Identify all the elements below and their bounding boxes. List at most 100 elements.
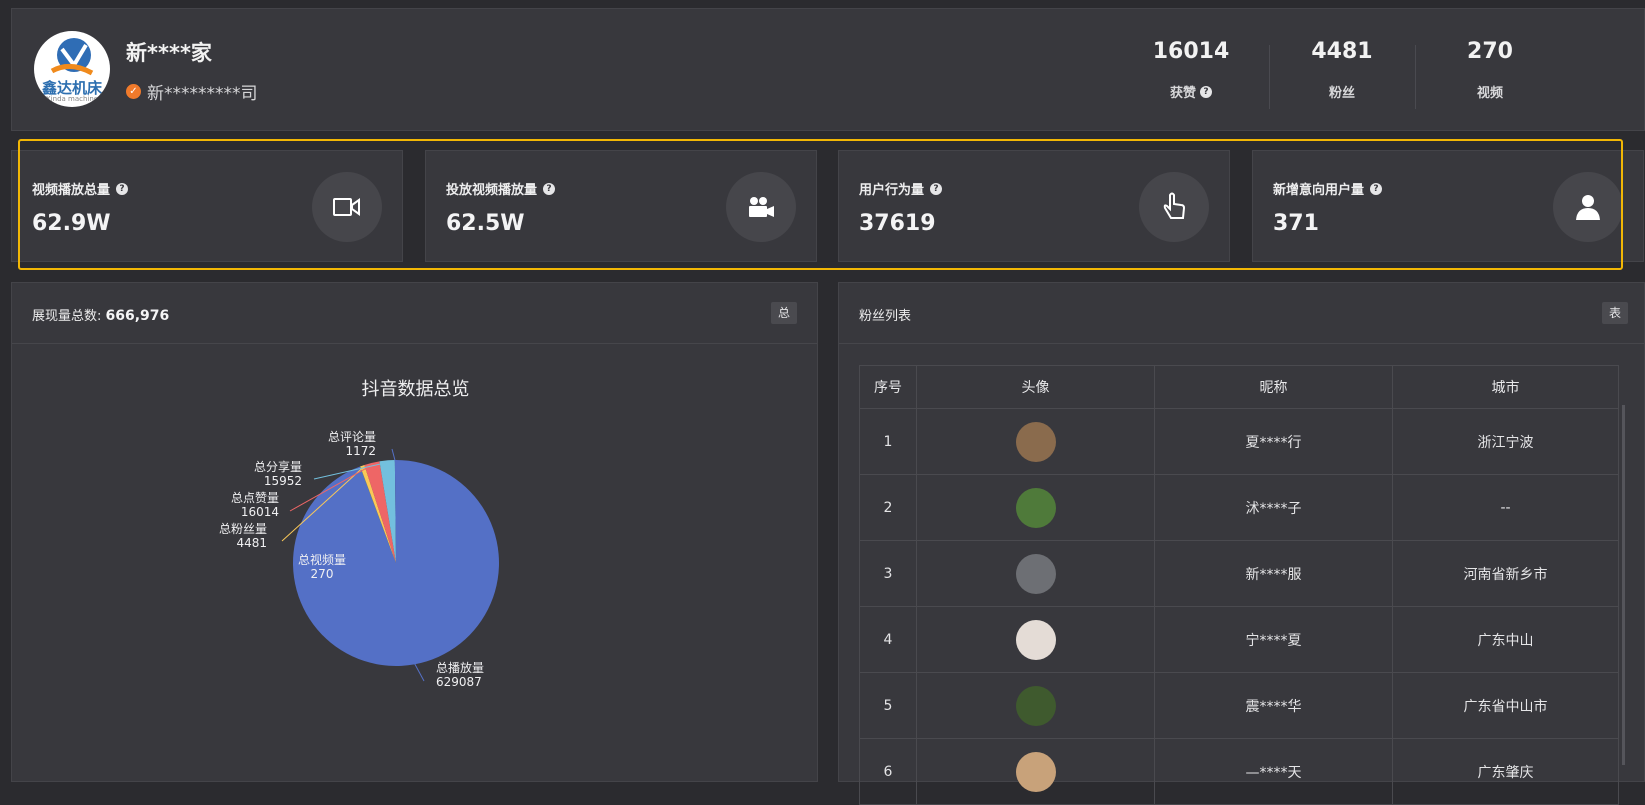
stat-fans-value: 4481 [1311, 39, 1373, 64]
row-city: 河南省新乡市 [1392, 540, 1619, 607]
row-index: 5 [859, 672, 917, 739]
impressions-title: 展现量总数: 666,976 [32, 305, 169, 324]
stat-videos-value: 270 [1467, 39, 1513, 64]
stat-fans-label: 粉丝 [1328, 86, 1355, 101]
table-row[interactable]: 5 震****华 广东省中山市 [859, 672, 1619, 739]
column-nickname: 昵称 [1154, 365, 1393, 409]
row-index: 3 [859, 540, 917, 607]
movie-camera-icon [726, 172, 796, 242]
row-index: 1 [859, 408, 917, 475]
impressions-panel: 展现量总数: 666,976 总 抖音数据总览 总播放量 629087 总视频量 27… [11, 282, 818, 782]
table-row[interactable]: 2 沭****子 -- [859, 474, 1619, 541]
slice-value-label: 270 [311, 567, 334, 581]
row-avatar [916, 408, 1155, 475]
help-icon[interactable]: ? [543, 182, 556, 195]
row-nickname: 夏****行 [1154, 408, 1393, 475]
pie-chart: 总播放量629087 总视频量270 总粉丝量4481 总点赞量16014 总分享量15… [219, 430, 499, 689]
fan-avatar[interactable] [1015, 487, 1056, 528]
row-city: 广东肇庆 [1392, 738, 1619, 805]
metric-card-user-actions: 用户行为量? 37619 [838, 150, 1230, 262]
row-avatar [916, 474, 1155, 541]
slice-value-label: 1172 [345, 444, 376, 458]
company-name-row: ✓ 新*********司 [126, 79, 258, 104]
table-scrollbar[interactable] [1622, 405, 1625, 765]
row-nickname: 宁****夏 [1154, 606, 1393, 673]
row-nickname: 新****服 [1154, 540, 1393, 607]
row-index: 6 [859, 738, 917, 805]
slice-value-label: 629087 [436, 675, 482, 689]
row-nickname: 沭****子 [1154, 474, 1393, 541]
row-city: 广东省中山市 [1392, 672, 1619, 739]
account-name: 新****家 [126, 41, 212, 65]
fans-panel: 粉丝列表 表 序号 头像 昵称 城市 1 夏****行 浙江宁波 2 沭****子 -- 3… [838, 282, 1645, 805]
row-avatar [916, 738, 1155, 805]
metric-card-ad-plays: 投放视频播放量? 62.5W [425, 150, 817, 262]
row-index: 2 [859, 474, 917, 541]
divider [12, 343, 817, 344]
row-avatar [916, 540, 1155, 607]
hand-pointer-icon [1139, 172, 1209, 242]
slice-label: 总播放量 [436, 660, 484, 675]
fan-avatar[interactable] [1015, 619, 1056, 660]
video-camera-icon [312, 172, 382, 242]
metric-value: 37619 [859, 211, 936, 236]
company-name: 新*********司 [147, 84, 258, 104]
metric-value: 371 [1273, 211, 1319, 236]
row-index: 4 [859, 606, 917, 673]
slice-label: 总评论量 [328, 430, 376, 444]
divider [839, 343, 1644, 344]
fan-avatar[interactable] [1015, 553, 1056, 594]
column-city: 城市 [1392, 365, 1619, 409]
company-logo: 鑫达机床 Xinda machine [34, 31, 110, 107]
user-icon [1553, 172, 1623, 242]
verified-icon: ✓ [126, 84, 141, 99]
metric-label: 新增意向用户量 [1273, 183, 1365, 198]
table-header-row: 序号 头像 昵称 城市 [859, 365, 1619, 409]
metric-value: 62.5W [446, 211, 525, 236]
fan-avatar[interactable] [1015, 685, 1056, 726]
help-icon[interactable]: ? [1370, 182, 1383, 195]
stat-likes-label: 获赞 [1169, 86, 1196, 101]
slice-value-label: 15952 [264, 474, 302, 488]
table-row[interactable]: 4 宁****夏 广东中山 [859, 606, 1619, 673]
row-city: 浙江宁波 [1392, 408, 1619, 475]
stat-videos-label: 视频 [1476, 86, 1503, 101]
slice-label: 总粉丝量 [219, 522, 267, 536]
fan-avatar[interactable] [1015, 751, 1056, 792]
table-button[interactable]: 表 [1602, 302, 1628, 324]
metric-card-video-plays: 视频播放总量? 62.9W [11, 150, 403, 262]
slice-label: 总视频量 [298, 552, 346, 567]
slice-label: 总分享量 [254, 459, 302, 474]
label-leader-line [413, 662, 425, 682]
summary-button[interactable]: 总 [771, 302, 797, 324]
impressions-label: 展现量总数: [32, 309, 106, 324]
metric-label: 视频播放总量 [32, 183, 111, 198]
metric-label: 用户行为量 [859, 183, 925, 198]
table-row[interactable]: 3 新****服 河南省新乡市 [859, 540, 1619, 607]
slice-value-label: 4481 [236, 536, 267, 550]
stat-likes-value: 16014 [1152, 39, 1230, 64]
column-index: 序号 [859, 365, 917, 409]
slice-value-label: 16014 [241, 505, 279, 519]
metric-label: 投放视频播放量 [446, 183, 538, 198]
table-row[interactable]: 6 —****天 广东肇庆 [859, 738, 1619, 805]
metric-value: 62.9W [32, 211, 111, 236]
row-nickname: 震****华 [1154, 672, 1393, 739]
fans-table: 序号 头像 昵称 城市 1 夏****行 浙江宁波 2 沭****子 -- 3 新****服河… [859, 365, 1619, 805]
slice-label: 总点赞量 [231, 491, 279, 505]
column-avatar: 头像 [916, 365, 1155, 409]
fans-title: 粉丝列表 [859, 309, 912, 324]
row-nickname: —****天 [1154, 738, 1393, 805]
row-avatar [916, 672, 1155, 739]
stat-likes: 16014 获赞? [1116, 39, 1266, 101]
table-row[interactable]: 1 夏****行 浙江宁波 [859, 408, 1619, 475]
help-icon[interactable]: ? [930, 182, 943, 195]
metric-card-new-leads: 新增意向用户量? 371 [1252, 150, 1644, 262]
stat-fans: 4481 粉丝 [1267, 39, 1417, 101]
row-city: -- [1392, 474, 1619, 541]
fan-avatar[interactable] [1015, 421, 1056, 462]
help-icon[interactable]: ? [116, 182, 129, 195]
row-city: 广东中山 [1392, 606, 1619, 673]
stat-videos: 270 视频 [1415, 39, 1565, 101]
help-icon[interactable]: ? [1200, 85, 1212, 98]
